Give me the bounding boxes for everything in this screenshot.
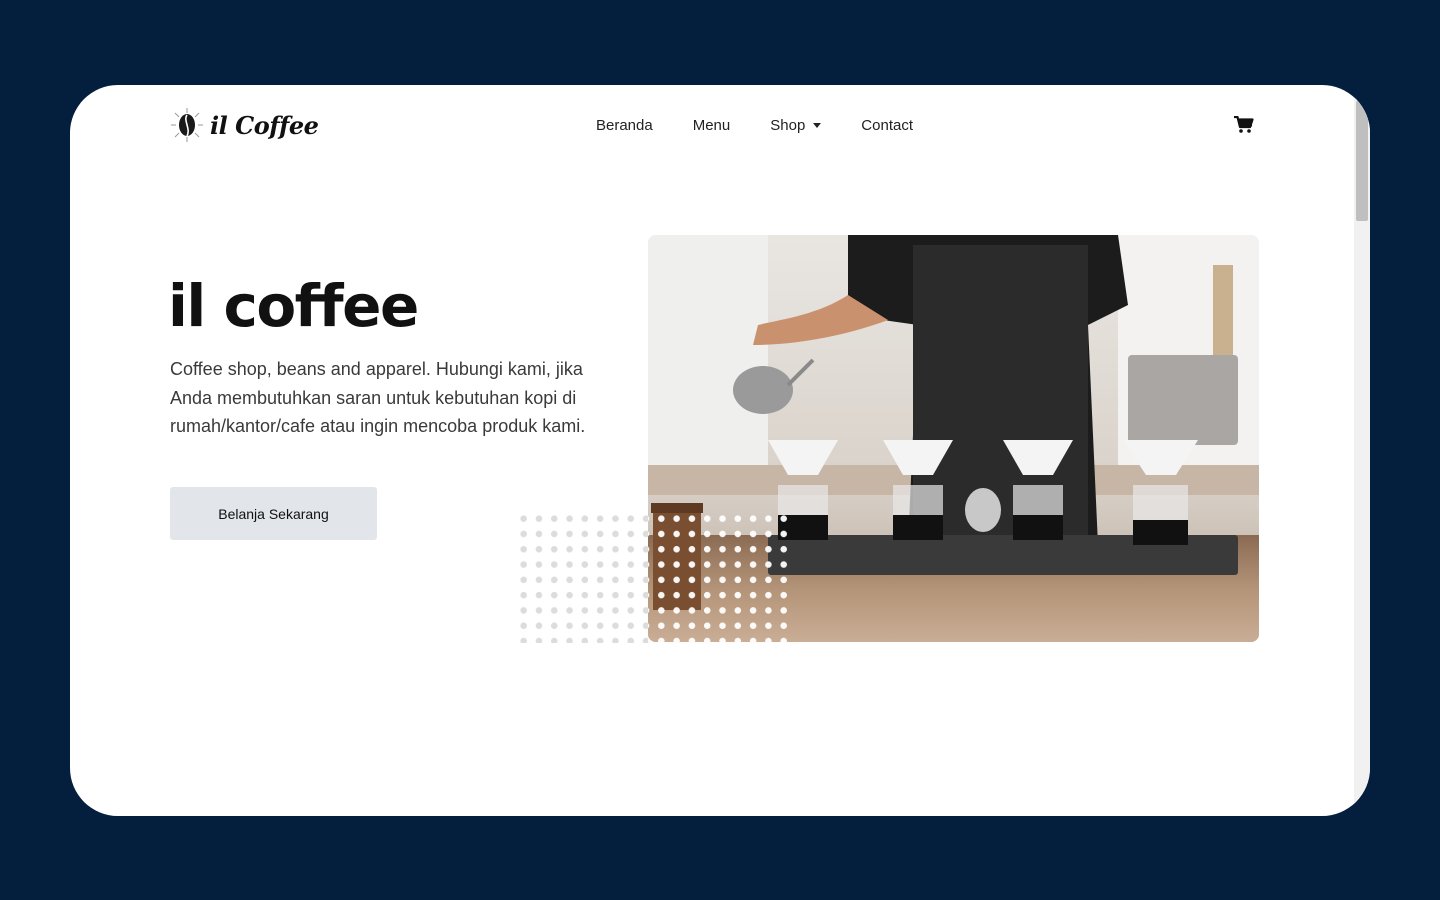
brand-name: il Coffee (210, 110, 319, 140)
nav-link-label: Shop (770, 116, 806, 134)
browser-window: il Coffee Beranda Menu Shop Contact il c… (70, 85, 1370, 816)
nav-link-contact[interactable]: Contact (861, 115, 913, 135)
nav-link-menu[interactable]: Menu (693, 115, 731, 135)
brand-logo[interactable]: il Coffee (170, 105, 319, 145)
hero-title: il coffee (168, 272, 419, 340)
shop-now-button[interactable]: Belanja Sekarang (170, 487, 377, 540)
nav-link-shop-dropdown[interactable]: Shop (770, 115, 822, 135)
nav-link-label: Menu (692, 116, 731, 134)
dot-pattern-overlay (648, 511, 792, 643)
scrollbar-thumb[interactable] (1356, 101, 1368, 221)
coffee-bean-logo-icon (171, 108, 203, 142)
shopping-cart-icon[interactable] (1234, 116, 1254, 134)
caret-down-icon (813, 122, 822, 128)
vertical-scrollbar[interactable] (1354, 85, 1370, 816)
nav-link-label: Beranda (596, 116, 653, 134)
nav-link-label: Contact (861, 116, 913, 134)
main-nav: Beranda Menu Shop Contact (596, 115, 953, 135)
hero-description: Coffee shop, beans and apparel. Hubungi … (170, 359, 586, 436)
nav-link-beranda[interactable]: Beranda (596, 115, 653, 135)
